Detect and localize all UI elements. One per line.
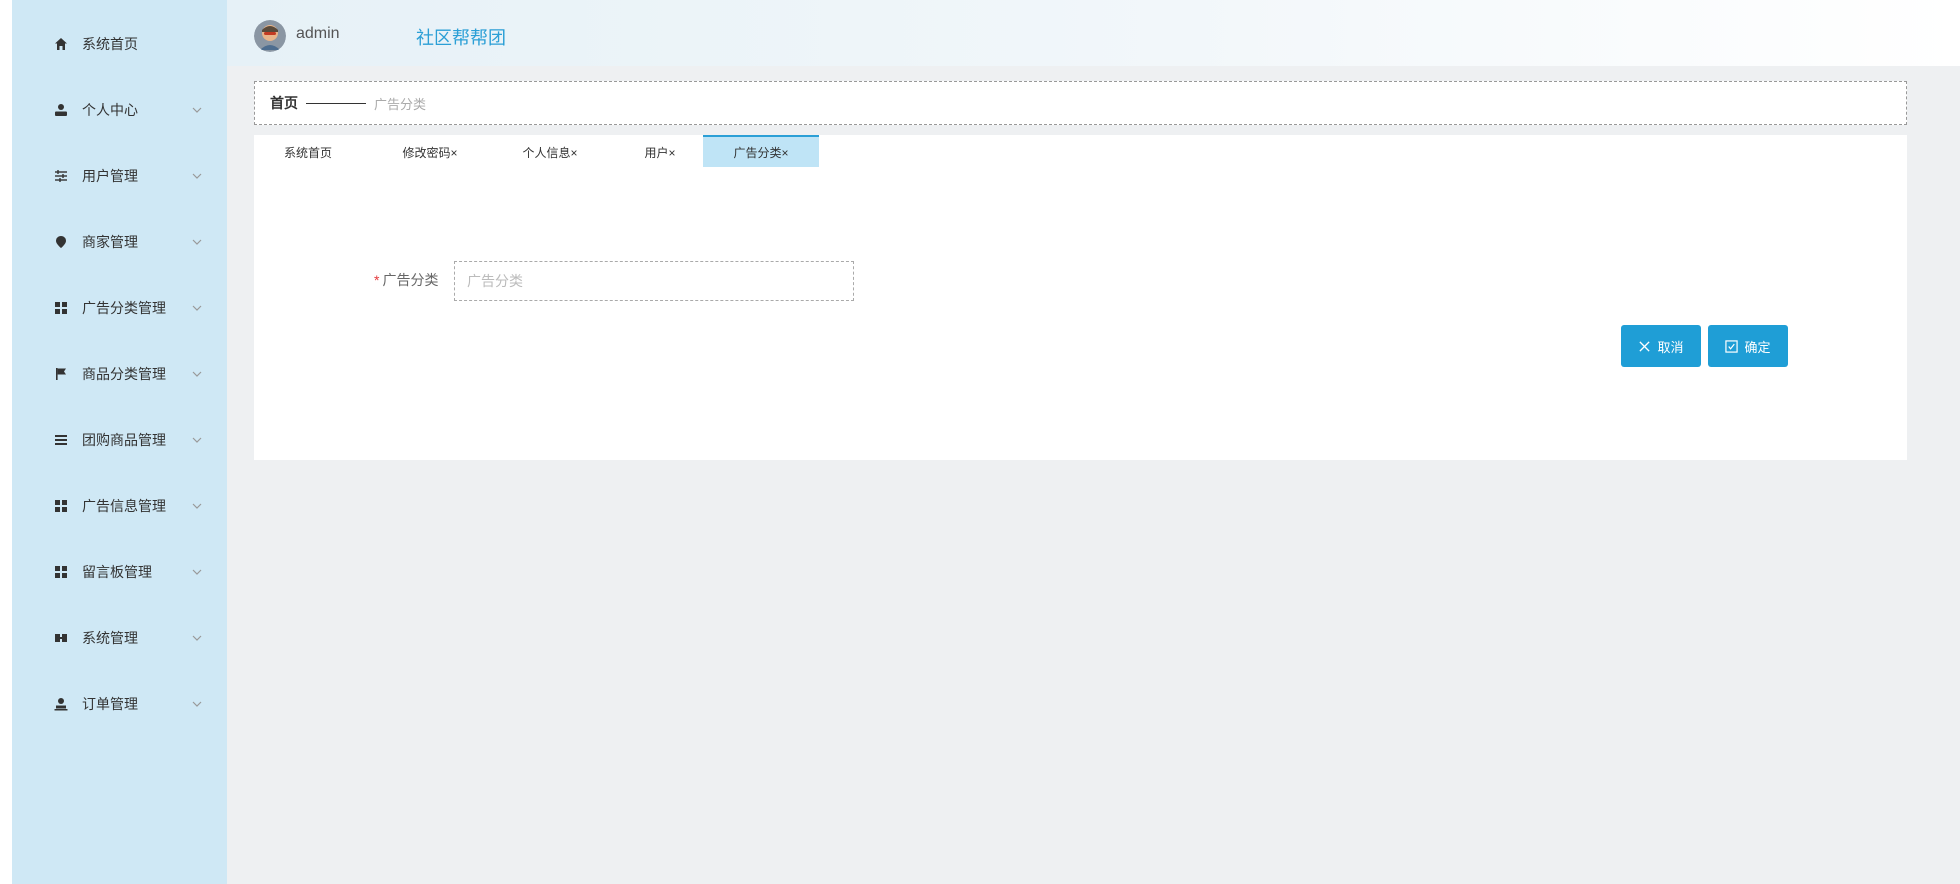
tab-user[interactable]: 用户× <box>620 135 700 169</box>
chevron-down-icon <box>192 437 202 443</box>
sidebar-item-ad-category-management[interactable]: 广告分类管理 <box>12 288 227 328</box>
sidebar-item-label: 留言板管理 <box>82 564 152 580</box>
sidebar-item-group-buy-management[interactable]: 团购商品管理 <box>12 420 227 460</box>
grid-icon <box>52 299 70 317</box>
sidebar-item-message-board-management[interactable]: 留言板管理 <box>12 552 227 592</box>
tab-change-password[interactable]: 修改密码× <box>380 135 480 169</box>
chevron-down-icon <box>192 569 202 575</box>
tab-label: 广告分类× <box>733 145 789 160</box>
avatar[interactable] <box>254 20 286 52</box>
sidebar-item-order-management[interactable]: 订单管理 <box>12 684 227 724</box>
field-label-text: 广告分类 <box>382 272 439 288</box>
sliders-icon <box>52 167 70 185</box>
chevron-down-icon <box>192 107 202 113</box>
chevron-down-icon <box>192 635 202 641</box>
list-icon <box>52 431 70 449</box>
cancel-button-label: 取消 <box>1657 339 1684 355</box>
sidebar-item-user-management[interactable]: 用户管理 <box>12 156 227 196</box>
settings-icon <box>52 629 70 647</box>
flag-icon <box>52 365 70 383</box>
location-pin-icon <box>52 233 70 251</box>
sidebar-item-ad-info-management[interactable]: 广告信息管理 <box>12 486 227 526</box>
user-icon <box>52 101 70 119</box>
grid-icon <box>52 563 70 581</box>
sidebar-item-label: 系统首页 <box>82 36 138 52</box>
tab-ad-category[interactable]: 广告分类× <box>703 135 819 167</box>
sidebar-item-label: 系统管理 <box>82 630 138 646</box>
tab-label: 修改密码× <box>402 145 458 160</box>
chevron-down-icon <box>192 305 202 311</box>
sidebar-item-home[interactable]: 系统首页 <box>12 24 227 64</box>
user-upload-icon <box>52 695 70 713</box>
breadcrumb: 首页 广告分类 <box>254 81 1907 125</box>
cancel-button[interactable]: 取消 <box>1621 325 1701 367</box>
site-title: 社区帮帮团 <box>416 28 506 48</box>
close-icon <box>1639 340 1651 352</box>
ad-category-label: * 广告分类 <box>374 270 438 290</box>
username[interactable]: admin <box>296 25 340 43</box>
sidebar-item-product-category-management[interactable]: 商品分类管理 <box>12 354 227 394</box>
sidebar-item-personal-center[interactable]: 个人中心 <box>12 90 227 130</box>
chevron-down-icon <box>192 173 202 179</box>
chevron-down-icon <box>192 239 202 245</box>
chevron-down-icon <box>192 701 202 707</box>
sidebar: 系统首页 个人中心 用户管理 商家管理 广告分类管理 商品分类管理 团购商品管理… <box>12 0 227 884</box>
ad-category-input[interactable] <box>454 261 854 301</box>
confirm-button-label: 确定 <box>1744 339 1771 355</box>
chevron-down-icon <box>192 503 202 509</box>
checkbox-icon <box>1725 339 1739 353</box>
sidebar-item-label: 广告信息管理 <box>82 498 166 514</box>
sidebar-item-label: 广告分类管理 <box>82 300 166 316</box>
tab-system-home[interactable]: 系统首页 <box>268 135 348 169</box>
breadcrumb-home[interactable]: 首页 <box>270 93 298 113</box>
sidebar-item-label: 个人中心 <box>82 102 138 118</box>
grid-icon <box>52 497 70 515</box>
tab-label: 个人信息× <box>522 145 578 160</box>
tab-personal-info[interactable]: 个人信息× <box>500 135 600 169</box>
chevron-down-icon <box>192 371 202 377</box>
required-mark: * <box>374 272 380 288</box>
tab-label: 系统首页 <box>283 145 332 160</box>
breadcrumb-separator <box>306 102 366 104</box>
sidebar-item-merchant-management[interactable]: 商家管理 <box>12 222 227 262</box>
sidebar-item-system-management[interactable]: 系统管理 <box>12 618 227 658</box>
sidebar-item-label: 用户管理 <box>82 168 138 184</box>
sidebar-item-label: 商品分类管理 <box>82 366 166 382</box>
sidebar-item-label: 商家管理 <box>82 234 138 250</box>
home-icon <box>52 35 70 53</box>
tab-label: 用户× <box>644 145 676 160</box>
sidebar-item-label: 团购商品管理 <box>82 432 166 448</box>
breadcrumb-current: 广告分类 <box>374 96 427 112</box>
sidebar-item-label: 订单管理 <box>82 696 138 712</box>
confirm-button[interactable]: 确定 <box>1708 325 1788 367</box>
